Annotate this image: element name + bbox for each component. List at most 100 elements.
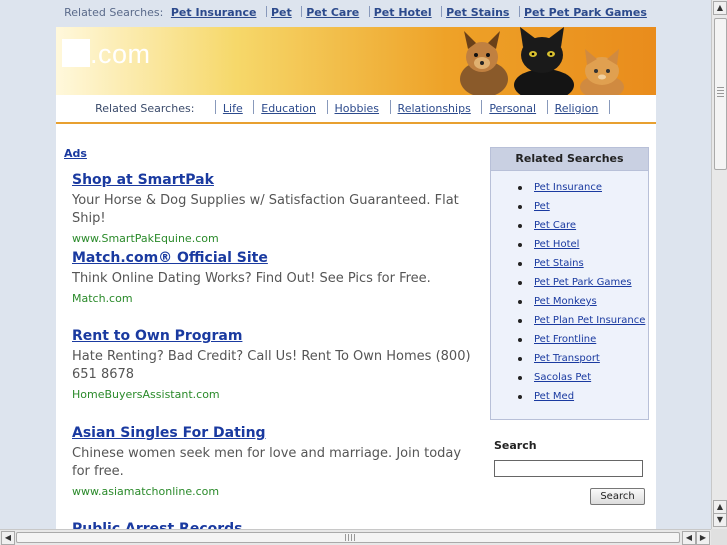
nav-link-religion[interactable]: Religion — [555, 102, 599, 115]
top-related-link-pet-care[interactable]: Pet Care — [306, 6, 359, 19]
bullet-icon — [518, 205, 522, 209]
arrow-left-icon[interactable]: ◀ — [682, 531, 696, 545]
ad-description: Think Online Dating Works? Find Out! See… — [72, 271, 431, 286]
top-related-link-pet-hotel[interactable]: Pet Hotel — [374, 6, 432, 19]
site-domain: .com — [90, 39, 151, 69]
separator — [608, 100, 610, 114]
page-container: .com Related Searches: Life Education Ho… — [56, 27, 656, 529]
sidebar-list: Pet Insurance Pet Pet Care Pet Hotel Pet… — [491, 171, 648, 406]
bullet-icon — [518, 357, 522, 361]
bullet-icon — [518, 262, 522, 266]
bullet-icon — [518, 224, 522, 228]
sidebar-link[interactable]: Pet Hotel — [534, 239, 579, 250]
ad-item: Match.com® Official Site Think Online Da… — [72, 250, 472, 305]
bullet-icon — [518, 281, 522, 285]
bullet-icon — [518, 243, 522, 247]
list-item: Pet Insurance — [491, 178, 648, 197]
ad-url[interactable]: Match.com — [72, 292, 472, 305]
ad-title-link[interactable]: Shop at SmartPak — [72, 172, 472, 188]
list-item: Pet Care — [491, 216, 648, 235]
browser-viewport: Related Searches: Pet Insurance Pet Pet … — [0, 0, 711, 529]
ad-url[interactable]: www.SmartPakEquine.com — [72, 232, 472, 245]
sidebar-link[interactable]: Pet Pet Park Games — [534, 277, 632, 288]
grip-icon — [345, 534, 355, 541]
search-label: Search — [494, 439, 537, 452]
bullet-icon — [518, 186, 522, 190]
sidebar-link[interactable]: Pet Med — [534, 391, 574, 402]
ad-description: Chinese women seek men for love and marr… — [72, 446, 462, 479]
search-input[interactable] — [494, 460, 643, 477]
bullet-icon — [518, 300, 522, 304]
ad-item: Asian Singles For Dating Chinese women s… — [72, 425, 472, 498]
arrow-right-icon[interactable]: ▶ — [696, 531, 710, 545]
ad-title-link[interactable]: Public Arrest Records — [72, 521, 472, 529]
arrow-left-icon[interactable]: ◀ — [1, 531, 15, 545]
sidebar-link[interactable]: Pet Transport — [534, 353, 600, 364]
sidebar-link[interactable]: Sacolas Pet — [534, 372, 591, 383]
dog-and-cats-photo — [460, 27, 624, 95]
ad-title-link[interactable]: Match.com® Official Site — [72, 250, 472, 266]
sidebar-link[interactable]: Pet Insurance — [534, 182, 602, 193]
logo-placeholder — [62, 39, 90, 67]
search-button[interactable]: Search — [590, 488, 645, 505]
list-item: Pet Transport — [491, 349, 648, 368]
ad-url[interactable]: HomeBuyersAssistant.com — [72, 388, 472, 401]
vertical-scrollbar[interactable]: ▲ ▲ ▼ — [711, 0, 727, 529]
list-item: Pet Frontline — [491, 330, 648, 349]
list-item: Pet — [491, 197, 648, 216]
sidebar-link[interactable]: Pet Stains — [534, 258, 584, 269]
list-item: Pet Hotel — [491, 235, 648, 254]
arrow-up-icon[interactable]: ▲ — [713, 1, 727, 15]
vertical-scroll-thumb[interactable] — [714, 18, 727, 170]
horizontal-scroll-thumb[interactable] — [16, 532, 680, 543]
ad-title-link[interactable]: Rent to Own Program — [72, 328, 472, 344]
top-related-link-pet-insurance[interactable]: Pet Insurance — [171, 6, 257, 19]
site-header: .com — [56, 27, 656, 95]
list-item: Pet Plan Pet Insurance — [491, 311, 648, 330]
navbar-label: Related Searches: — [95, 102, 195, 115]
ads-label[interactable]: Ads — [64, 147, 87, 160]
sidebar-link[interactable]: Pet Frontline — [534, 334, 596, 345]
separator — [546, 100, 548, 114]
category-navbar: Related Searches: Life Education Hobbies… — [56, 95, 656, 124]
separator — [441, 6, 443, 17]
sidebar-link[interactable]: Pet Care — [534, 220, 576, 231]
top-related-label: Related Searches: — [64, 6, 164, 19]
separator — [265, 6, 267, 17]
sidebar-link[interactable]: Pet Monkeys — [534, 296, 597, 307]
list-item: Sacolas Pet — [491, 368, 648, 387]
arrow-down-icon[interactable]: ▼ — [713, 513, 727, 527]
scrollbar-corner — [711, 529, 727, 545]
separator — [481, 100, 483, 114]
separator — [253, 100, 255, 114]
ad-description: Your Horse & Dog Supplies w/ Satisfactio… — [72, 193, 459, 226]
top-related-link-pet[interactable]: Pet — [271, 6, 292, 19]
sidebar-link[interactable]: Pet Plan Pet Insurance — [534, 315, 645, 326]
list-item: Pet Pet Park Games — [491, 273, 648, 292]
related-searches-sidebar: Related Searches Pet Insurance Pet Pet C… — [490, 147, 649, 420]
arrow-down-icon[interactable]: ▲ — [713, 500, 727, 514]
nav-link-personal[interactable]: Personal — [489, 102, 536, 115]
separator — [389, 100, 391, 114]
horizontal-scrollbar[interactable]: ◀ ◀ ▶ — [0, 529, 711, 545]
ad-url[interactable]: www.asiamatchonline.com — [72, 485, 472, 498]
list-item: Pet Stains — [491, 254, 648, 273]
ad-description: Hate Renting? Bad Credit? Call Us! Rent … — [72, 349, 471, 382]
bullet-icon — [518, 395, 522, 399]
grip-icon — [717, 87, 724, 97]
bullet-icon — [518, 376, 522, 380]
nav-link-relationships[interactable]: Relationships — [398, 102, 471, 115]
nav-link-life[interactable]: Life — [223, 102, 243, 115]
top-related-link-pet-park-games[interactable]: Pet Pet Park Games — [524, 6, 647, 19]
top-related-link-pet-stains[interactable]: Pet Stains — [446, 6, 509, 19]
nav-link-hobbies[interactable]: Hobbies — [335, 102, 380, 115]
separator — [368, 6, 370, 17]
nav-link-education[interactable]: Education — [261, 102, 316, 115]
separator — [301, 6, 303, 17]
ad-title-link[interactable]: Asian Singles For Dating — [72, 425, 472, 441]
sidebar-link[interactable]: Pet — [534, 201, 550, 212]
separator — [214, 100, 216, 114]
bullet-icon — [518, 338, 522, 342]
sidebar-title: Related Searches — [491, 148, 648, 171]
ad-item: Rent to Own Program Hate Renting? Bad Cr… — [72, 328, 472, 401]
